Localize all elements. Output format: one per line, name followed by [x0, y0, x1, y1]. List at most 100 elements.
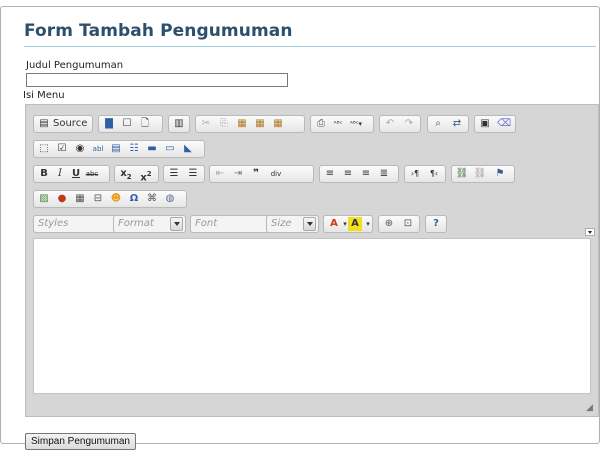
form-elements-group: ⬚ ☑ ◉ abl ▤ ☷ ▬ ▭ ◣: [33, 140, 205, 158]
button-icon[interactable]: ▬: [145, 142, 159, 156]
underline-icon[interactable]: U: [69, 167, 83, 181]
superscript-icon[interactable]: x2: [139, 167, 153, 183]
justify-group: ≡ ≡ ≡ ≣: [319, 165, 399, 183]
checkbox-icon[interactable]: ☑: [55, 142, 69, 156]
page-break-icon[interactable]: ⌘: [145, 192, 159, 206]
textarea-icon[interactable]: ▤: [109, 142, 123, 156]
redo-icon[interactable]: ↷: [402, 117, 416, 131]
tools-group: ⊕ ⊡: [378, 215, 420, 233]
paste-text-icon[interactable]: ▦: [253, 117, 267, 131]
form-panel: Form Tambah Pengumuman Judul Pengumuman …: [0, 6, 600, 450]
colors-group: A ▾ A ▾: [323, 215, 373, 233]
chevron-down-icon: [303, 217, 316, 231]
size-combo-label: Size: [271, 218, 292, 229]
insert-group: ▨ ● ▦ ⊟ ☻ Ω ⌘ ◍: [33, 190, 187, 208]
bulleted-list-icon[interactable]: ☰: [186, 167, 200, 181]
source-icon: ▤: [39, 118, 49, 129]
maximize-icon[interactable]: ⊕: [382, 217, 396, 231]
table-icon[interactable]: ▦: [73, 192, 87, 206]
outdent-icon[interactable]: ⇤: [213, 167, 227, 181]
undo-icon[interactable]: ↶: [383, 117, 397, 131]
anchor-flag-icon[interactable]: ⚑: [493, 167, 507, 181]
find-replace-group: ⌕ ⇄: [427, 115, 469, 133]
replace-icon[interactable]: ⇄: [450, 117, 464, 131]
chevron-down-icon: [170, 217, 183, 231]
italic-icon[interactable]: I: [53, 167, 67, 181]
templates-icon[interactable]: ▥: [172, 117, 186, 131]
chevron-down-icon[interactable]: ▾: [361, 217, 375, 231]
rtl-icon[interactable]: ¶‹: [427, 167, 441, 181]
background-color-icon[interactable]: A: [348, 217, 362, 231]
align-center-icon[interactable]: ≡: [341, 167, 355, 181]
collapse-toolbar-button[interactable]: [585, 228, 595, 236]
judul-pengumuman-input[interactable]: [26, 73, 288, 87]
numbered-list-icon[interactable]: ☰: [167, 167, 181, 181]
isi-menu-label: Isi Menu: [23, 90, 65, 101]
list-group: ☰ ☰: [163, 165, 205, 183]
print-icon[interactable]: ⎙: [314, 117, 328, 131]
rich-text-editor: ▤ Source ▇ ☐ 🗋 ▥ ✂ ⎘ ▦ ▦ ▦ ⎙ ᴬᴮᶜ ᴬᴮᶜ▾ ↶ …: [25, 104, 599, 417]
hidden-field-icon[interactable]: ◣: [181, 142, 195, 156]
image-icon[interactable]: ▨: [37, 192, 51, 206]
size-combo[interactable]: Size: [266, 215, 319, 233]
templates-group: ▥: [168, 115, 190, 133]
remove-format-icon[interactable]: ⌫: [497, 117, 511, 131]
cut-icon[interactable]: ✂: [199, 117, 213, 131]
create-div-icon[interactable]: div: [269, 167, 283, 181]
align-left-icon[interactable]: ≡: [323, 167, 337, 181]
spellcheck-as-you-type-icon[interactable]: ᴬᴮᶜ▾: [349, 117, 363, 131]
form-icon[interactable]: ⬚: [37, 142, 51, 156]
select-all-icon[interactable]: ▣: [478, 117, 492, 131]
iframe-icon[interactable]: ◍: [163, 192, 177, 206]
source-group: ▤ Source: [33, 115, 93, 133]
undo-redo-group: ↶ ↷: [379, 115, 421, 133]
preview-icon[interactable]: 🗋: [138, 117, 152, 131]
link-icon[interactable]: ⛓: [455, 167, 469, 181]
special-char-icon[interactable]: Ω: [127, 192, 141, 206]
unlink-icon[interactable]: ⛓: [473, 167, 487, 181]
about-group: ?: [425, 215, 447, 233]
judul-pengumuman-label: Judul Pengumuman: [26, 60, 124, 71]
align-justify-icon[interactable]: ≣: [377, 167, 391, 181]
ltr-icon[interactable]: ›¶: [408, 167, 422, 181]
select-remove-group: ▣ ⌫: [474, 115, 516, 133]
script-group: x2 x2: [114, 165, 159, 183]
align-right-icon[interactable]: ≡: [359, 167, 373, 181]
image-button-icon[interactable]: ▭: [163, 142, 177, 156]
format-combo[interactable]: Format: [113, 215, 186, 233]
text-direction-group: ›¶ ¶‹: [404, 165, 446, 183]
text-field-icon[interactable]: abl: [91, 142, 105, 156]
styles-combo-label: Styles: [38, 218, 69, 229]
indent-icon[interactable]: ⇥: [231, 167, 245, 181]
indent-block-group: ⇤ ⇥ ❞ div: [209, 165, 314, 183]
select-field-icon[interactable]: ☷: [127, 142, 141, 156]
find-icon[interactable]: ⌕: [431, 117, 445, 131]
radio-icon[interactable]: ◉: [73, 142, 87, 156]
show-blocks-icon[interactable]: ⊡: [401, 217, 415, 231]
source-button[interactable]: Source: [51, 117, 89, 131]
help-icon[interactable]: ?: [429, 217, 443, 231]
paste-icon[interactable]: ▦: [235, 117, 249, 131]
format-combo-label: Format: [118, 218, 154, 229]
spellcheck-icon[interactable]: ᴬᴮᶜ: [331, 117, 345, 131]
flash-icon[interactable]: ●: [55, 192, 69, 206]
font-combo-label: Font: [195, 218, 218, 229]
form-title: Form Tambah Pengumuman: [24, 21, 293, 41]
paste-word-icon[interactable]: ▦: [271, 117, 285, 131]
save-icon[interactable]: ▇: [102, 117, 116, 131]
title-divider: [24, 46, 596, 47]
horizontal-line-icon[interactable]: ⊟: [91, 192, 105, 206]
smiley-icon[interactable]: ☻: [109, 192, 123, 206]
new-page-icon[interactable]: ☐: [120, 117, 134, 131]
basic-styles-group: B I U abc: [33, 165, 110, 183]
editor-content-area[interactable]: [33, 238, 591, 394]
document-group: ▇ ☐ 🗋: [98, 115, 163, 133]
resize-grip-icon[interactable]: ◢: [586, 404, 595, 413]
blockquote-icon[interactable]: ❞: [249, 167, 263, 181]
simpan-pengumuman-button[interactable]: Simpan Pengumuman: [25, 433, 136, 450]
bold-icon[interactable]: B: [37, 167, 51, 181]
strikethrough-icon[interactable]: abc: [85, 167, 99, 181]
copy-icon[interactable]: ⎘: [217, 117, 231, 131]
subscript-icon[interactable]: x2: [119, 167, 133, 181]
clipboard-group: ✂ ⎘ ▦ ▦ ▦: [195, 115, 305, 133]
